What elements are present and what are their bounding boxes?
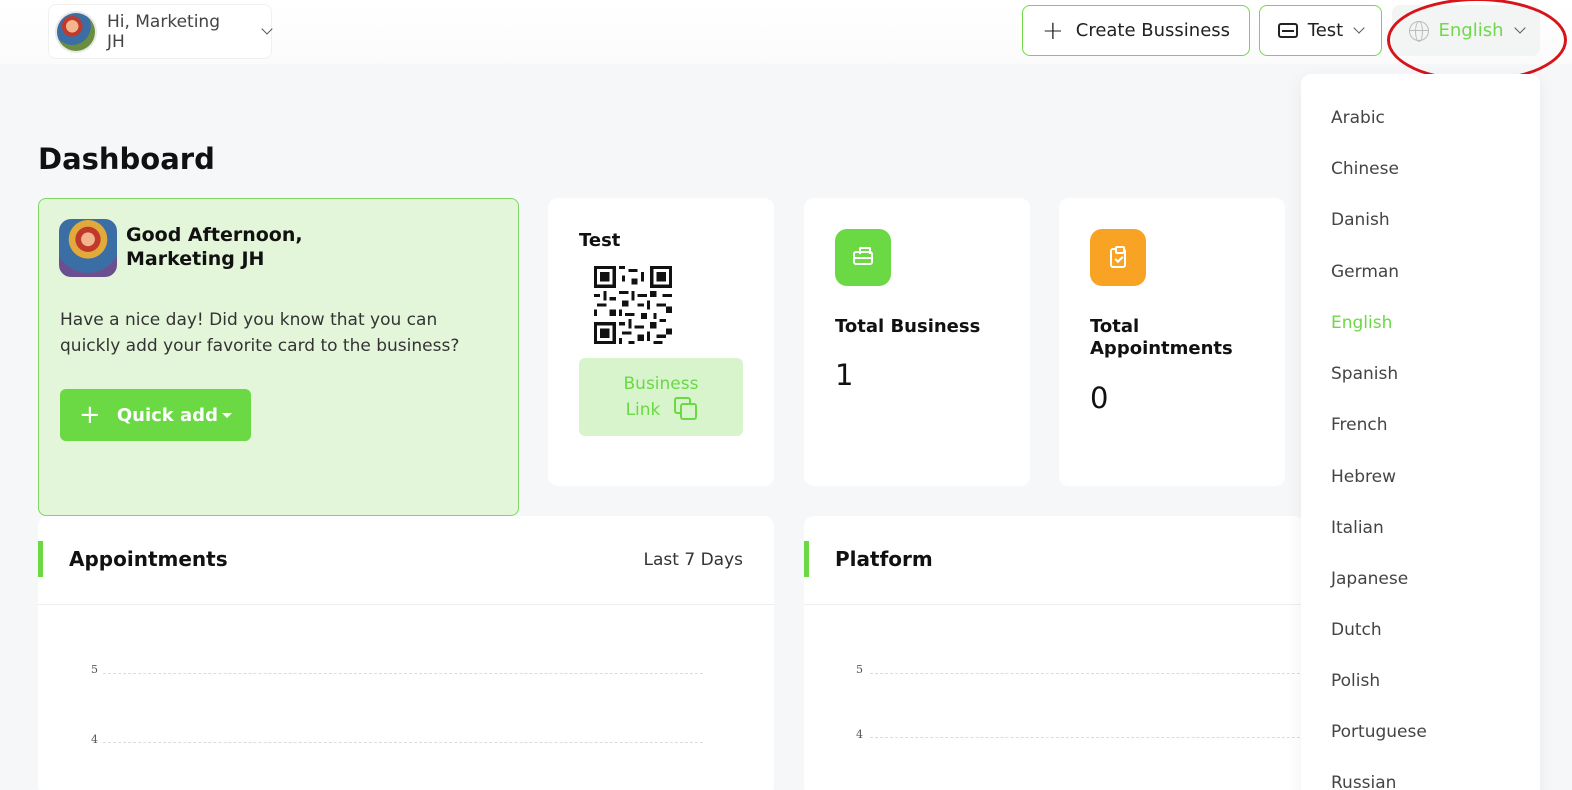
language-selector[interactable]: English: [1392, 5, 1540, 56]
language-option-spanish[interactable]: Spanish: [1331, 364, 1398, 384]
greeting-line2: Marketing JH: [126, 248, 265, 270]
gridline: [870, 673, 1304, 674]
create-business-button[interactable]: + Create Bussiness: [1022, 5, 1250, 56]
language-dropdown-menu: Arabic Chinese Danish German English Spa…: [1301, 74, 1540, 790]
chevron-down-icon: [1513, 21, 1526, 34]
business-qr-card: Test Business Link: [548, 198, 774, 486]
y-tick-label: 5: [856, 663, 863, 676]
create-business-label: Create Bussiness: [1075, 20, 1231, 41]
plus-icon: +: [79, 400, 101, 430]
language-option-french[interactable]: French: [1331, 415, 1388, 435]
qr-code[interactable]: [594, 266, 672, 344]
globe-icon: [1408, 20, 1429, 42]
total-appointments-label-line2: Appointments: [1090, 338, 1233, 359]
language-option-russian[interactable]: Russian: [1331, 773, 1396, 790]
total-appointments-value: 0: [1090, 381, 1109, 415]
language-option-polish[interactable]: Polish: [1331, 671, 1380, 691]
language-option-chinese[interactable]: Chinese: [1331, 159, 1399, 179]
y-tick-label: 4: [856, 728, 863, 741]
user-avatar: [55, 10, 97, 53]
panel-accent: [38, 541, 43, 577]
language-option-danish[interactable]: Danish: [1331, 210, 1390, 230]
gridline: [103, 673, 703, 674]
gridline: [103, 742, 703, 743]
welcome-avatar: [59, 219, 117, 277]
welcome-message: Have a nice day! Did you know that you c…: [60, 310, 460, 356]
panel-accent: [804, 541, 809, 577]
language-option-japanese[interactable]: Japanese: [1331, 569, 1408, 589]
language-option-italian[interactable]: Italian: [1331, 518, 1384, 538]
total-business-value: 1: [835, 358, 854, 392]
y-tick-label: 5: [91, 663, 98, 676]
plus-icon: +: [1041, 15, 1064, 46]
top-bar: Hi, Marketing JH + Create Bussiness Test…: [0, 0, 1572, 64]
panel-divider: [38, 604, 774, 605]
language-selector-label: English: [1438, 20, 1504, 41]
language-option-hebrew[interactable]: Hebrew: [1331, 467, 1396, 487]
y-tick-label: 4: [91, 733, 98, 746]
clipboard-check-icon: [1090, 229, 1146, 286]
business-link-button[interactable]: Business Link: [579, 358, 743, 436]
language-option-portuguese[interactable]: Portuguese: [1331, 722, 1427, 742]
total-business-card: Total Business 1: [804, 198, 1030, 486]
copy-icon: [674, 397, 698, 420]
greeting-line1: Good Afternoon,: [126, 224, 303, 246]
chevron-down-icon: [261, 22, 273, 35]
appointments-title: Appointments: [69, 547, 228, 571]
language-option-arabic[interactable]: Arabic: [1331, 108, 1385, 128]
business-link-label-line2: Link: [625, 400, 661, 420]
chevron-down-icon: [1353, 21, 1365, 34]
appointments-panel: Appointments Last 7 Days 5 4: [38, 516, 774, 790]
language-option-german[interactable]: German: [1331, 262, 1399, 282]
total-appointments-card: Total Appointments 0: [1059, 198, 1285, 486]
gridline: [870, 737, 1304, 738]
business-selector[interactable]: Test: [1259, 5, 1382, 56]
briefcase-icon: [835, 229, 891, 286]
range-selector[interactable]: Last 7 Days: [644, 550, 743, 570]
platform-panel: Platform 5 4: [804, 516, 1304, 790]
user-menu[interactable]: Hi, Marketing JH: [48, 4, 273, 59]
business-link-label-line1: Business: [623, 374, 699, 394]
welcome-card: Good Afternoon, Marketing JH Have a nice…: [38, 198, 519, 516]
platform-title: Platform: [835, 547, 933, 571]
caret-down-icon: [221, 412, 232, 418]
quick-add-button[interactable]: + Quick add: [60, 389, 251, 441]
total-business-label: Total Business: [835, 316, 981, 337]
total-appointments-label: Total Appointments: [1090, 316, 1260, 360]
business-name: Test: [579, 230, 621, 251]
welcome-greeting: Good Afternoon, Marketing JH: [126, 223, 303, 271]
language-option-english[interactable]: English: [1331, 313, 1392, 333]
business-selector-label: Test: [1307, 20, 1344, 41]
quick-add-label: Quick add: [116, 404, 218, 426]
language-option-dutch[interactable]: Dutch: [1331, 620, 1382, 640]
card-icon: [1277, 23, 1298, 38]
page-title: Dashboard: [38, 142, 215, 176]
total-appointments-label-line1: Total: [1090, 316, 1140, 337]
user-greeting: Hi, Marketing JH: [106, 11, 220, 52]
panel-divider: [804, 604, 1304, 605]
